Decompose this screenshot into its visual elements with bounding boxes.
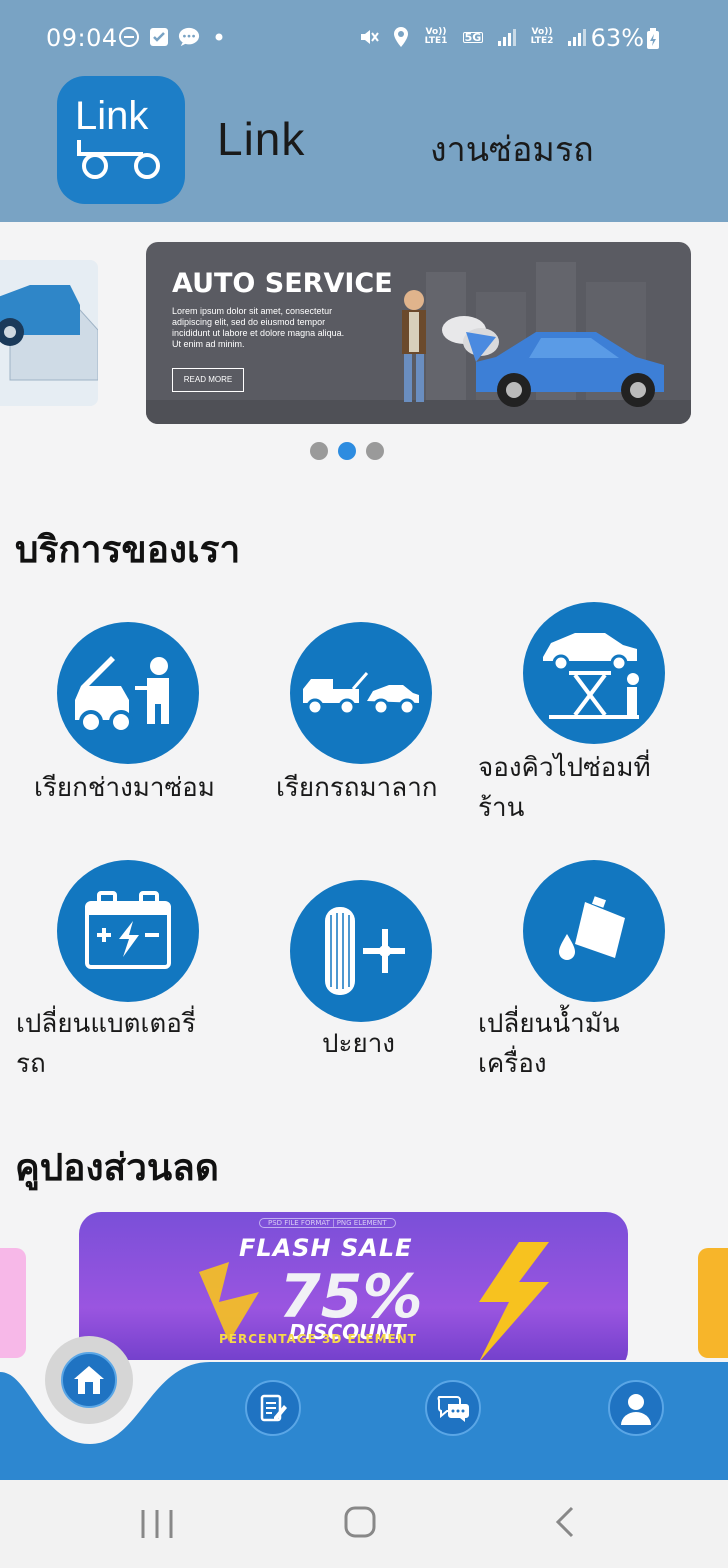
coupon-sub: PERCENTAGE 3D ELEMENT [219, 1332, 417, 1346]
auto-service-banner[interactable]: AUTO SERVICE Lorem ipsum dolor sit amet,… [146, 242, 691, 424]
read-more-button[interactable]: READ MORE [172, 368, 244, 392]
app-header: 09:04 Vo)) LTE1 5G Vo)) LTE2 63% Link Li… [0, 0, 728, 222]
signal-icon [496, 26, 518, 48]
service-label: เรียกช่างมาซ่อม [34, 773, 215, 803]
back-icon[interactable] [554, 1506, 576, 1542]
carousel-prev-slide[interactable] [0, 260, 98, 406]
recent-apps-icon[interactable] [140, 1508, 174, 1544]
edit-icon[interactable] [245, 1380, 301, 1436]
carousel-dot[interactable] [366, 442, 384, 460]
coupon-next[interactable] [698, 1248, 728, 1358]
service-label-line1: จองคิวไปซ่อมที่ [478, 753, 651, 783]
promo-carousel[interactable]: AUTO SERVICE Lorem ipsum dolor sit amet,… [0, 222, 728, 482]
app-logo[interactable]: Link [57, 76, 185, 204]
home-button-icon[interactable] [344, 1506, 376, 1542]
coupon-flash: FLASH SALE [239, 1234, 413, 1262]
lte2-icon: Vo)) LTE2 [530, 27, 554, 46]
service-label-line2: ร้าน [478, 793, 525, 823]
battery-percent: 63% [590, 24, 644, 52]
lte1-icon: Vo)) LTE1 [424, 27, 448, 46]
mute-icon [358, 26, 380, 48]
coupon-prev[interactable] [0, 1248, 26, 1358]
coupon-tag: PSD FILE FORMAT | PNG ELEMENT [259, 1218, 396, 1228]
app-name: Link [217, 113, 306, 165]
check-icon [148, 26, 170, 48]
profile-icon[interactable] [608, 1380, 664, 1436]
services-title: บริการของเรา [15, 528, 241, 571]
service-label-line2: รถ [16, 1049, 46, 1079]
status-bar: 09:04 Vo)) LTE1 5G Vo)) LTE2 63% [0, 0, 728, 80]
banner-text: Lorem ipsum dolor sit amet, consectetur … [172, 306, 345, 349]
carousel-dot[interactable] [310, 442, 328, 460]
coupons-title: คูปองส่วนลด [15, 1146, 219, 1189]
signal-icon-2 [566, 26, 588, 48]
oil-can-icon [523, 860, 665, 1002]
battery-icon [57, 860, 199, 1002]
chat-icon[interactable] [425, 1380, 481, 1436]
battery-icon [642, 28, 664, 50]
banner-title: AUTO SERVICE [172, 268, 393, 299]
message-icon [178, 26, 200, 48]
5g-icon: 5G [462, 30, 484, 44]
mechanic-icon [57, 622, 199, 764]
service-label: เรียกรถมาลาก [276, 773, 438, 803]
service-label-line2: เครื่อง [478, 1049, 547, 1079]
status-time: 09:04 [46, 24, 118, 52]
service-label-line1: เปลี่ยนน้ำมัน [478, 1009, 620, 1039]
app-subtitle: งานซ่อมรถ [430, 130, 594, 170]
car-lift-icon [523, 602, 665, 744]
dot-icon [208, 26, 230, 48]
service-label: ปะยาง [322, 1029, 395, 1059]
service-label-line1: เปลี่ยนแบตเตอรี่ [16, 1009, 196, 1039]
cart-icon [77, 140, 160, 179]
tire-icon [290, 880, 432, 1022]
carousel-dots [310, 442, 384, 460]
carousel-dot-active[interactable] [338, 442, 356, 460]
dnd-icon [118, 26, 140, 48]
tow-truck-icon [290, 622, 432, 764]
system-nav-bar [0, 1480, 728, 1568]
location-icon [390, 26, 412, 48]
home-icon[interactable] [61, 1352, 117, 1408]
coupon-card[interactable]: PSD FILE FORMAT | PNG ELEMENT FLASH SALE… [79, 1212, 628, 1360]
coupon-carousel[interactable]: PSD FILE FORMAT | PNG ELEMENT FLASH SALE… [0, 1210, 728, 1360]
